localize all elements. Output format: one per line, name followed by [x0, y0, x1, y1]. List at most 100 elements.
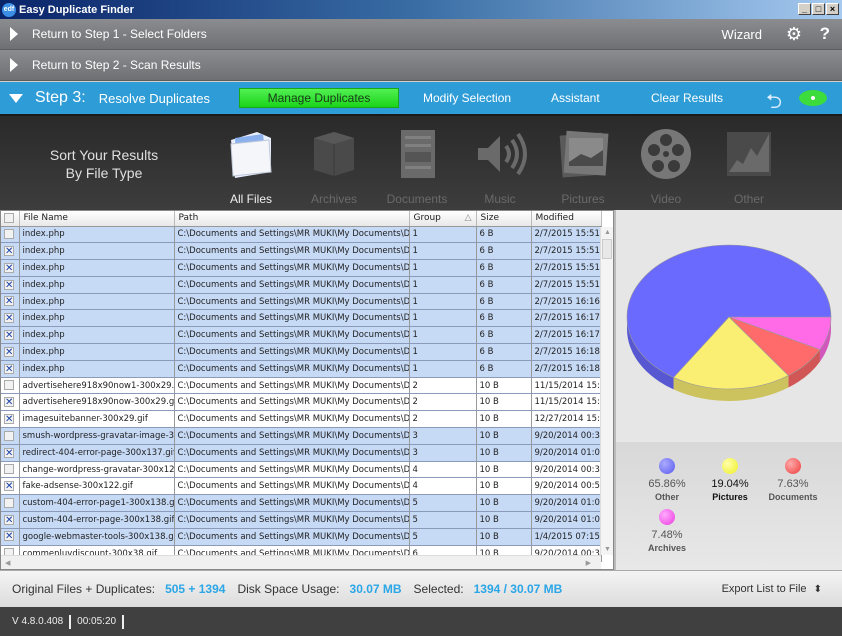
assistant-button[interactable]: Assistant: [551, 91, 600, 105]
eye-icon[interactable]: [799, 90, 827, 106]
checked-checkbox[interactable]: ✕: [4, 245, 14, 256]
summary-bar: Original Files + Duplicates: 505 + 1394 …: [0, 570, 842, 607]
filetype-other[interactable]: Other: [709, 126, 789, 206]
table-row[interactable]: ✕ fake-adsense-300x122.gif C:\Documents an…: [1, 477, 602, 496]
modified-cell: 9/20/2014 01:08: [531, 494, 602, 513]
table-row[interactable]: change-wordpress-gravatar-300x12... C:\Do…: [1, 461, 602, 479]
checked-checkbox[interactable]: ✕: [4, 262, 14, 273]
table-row[interactable]: ✕ imagesuitebanner-300x29.gif C:\Documents…: [1, 410, 602, 429]
row-checkbox[interactable]: [1, 494, 20, 513]
checked-checkbox[interactable]: ✕: [4, 279, 14, 290]
checked-checkbox[interactable]: ✕: [4, 346, 14, 357]
scrollbar-thumb[interactable]: [602, 239, 612, 259]
help-icon[interactable]: ?: [820, 24, 830, 44]
column-header-file-name[interactable]: File Name: [19, 211, 175, 227]
table-row[interactable]: ✕ index.php C:\Documents and Settings\MR M…: [1, 309, 602, 328]
checked-checkbox[interactable]: ✕: [4, 514, 14, 525]
row-checkbox[interactable]: ✕: [1, 511, 20, 529]
step1-row[interactable]: Return to Step 1 - Select Folders Wizard…: [0, 19, 842, 50]
checked-checkbox[interactable]: ✕: [4, 397, 14, 408]
row-checkbox[interactable]: ✕: [1, 276, 20, 294]
row-checkbox[interactable]: ✕: [1, 477, 20, 496]
table-row[interactable]: ✕ custom-404-error-page-300x138.gif C:\Doc…: [1, 511, 602, 529]
checked-checkbox[interactable]: ✕: [4, 313, 14, 324]
table-row[interactable]: ✕ index.php C:\Documents and Settings\MR M…: [1, 242, 602, 261]
row-checkbox[interactable]: [1, 461, 20, 479]
row-checkbox[interactable]: ✕: [1, 360, 20, 378]
table-row[interactable]: ✕ index.php C:\Documents and Settings\MR M…: [1, 343, 602, 361]
checked-checkbox[interactable]: ✕: [4, 296, 14, 307]
export-list-button[interactable]: Export List to File ⬍: [722, 583, 822, 595]
row-checkbox[interactable]: ✕: [1, 293, 20, 311]
scroll-left-icon[interactable]: ◀: [5, 559, 10, 567]
step1-link[interactable]: Return to Step 1 - Select Folders: [32, 27, 207, 41]
gear-icon[interactable]: ⚙: [786, 24, 802, 45]
checked-checkbox[interactable]: ✕: [4, 413, 14, 424]
filetype-archives[interactable]: Archives: [294, 126, 374, 206]
clear-results-button[interactable]: Clear Results: [651, 91, 723, 105]
checked-checkbox[interactable]: ✕: [4, 363, 14, 374]
vertical-scrollbar[interactable]: ▲ ▼: [600, 227, 613, 555]
table-row[interactable]: ✕ index.php C:\Documents and Settings\MR M…: [1, 259, 602, 277]
row-checkbox[interactable]: ✕: [1, 242, 20, 261]
column-header-size[interactable]: Size: [476, 211, 532, 227]
scroll-up-icon[interactable]: ▲: [604, 229, 611, 236]
column-header-modified[interactable]: Modified: [531, 211, 602, 227]
row-checkbox[interactable]: ✕: [1, 444, 20, 462]
minimize-button[interactable]: _: [798, 3, 811, 15]
filetype-documents[interactable]: Documents: [377, 126, 457, 206]
filetype-video[interactable]: Video: [626, 126, 706, 206]
table-row[interactable]: advertisehere918x90now1-300x29.gif C:\Doc…: [1, 377, 602, 395]
column-header-group[interactable]: Group △: [409, 211, 477, 227]
row-checkbox[interactable]: [1, 427, 20, 445]
row-checkbox[interactable]: ✕: [1, 528, 20, 546]
file-name-cell: index.php: [19, 276, 175, 294]
table-row[interactable]: ✕ google-webmaster-tools-300x138.gif C:\Do…: [1, 528, 602, 546]
wizard-button[interactable]: Wizard: [722, 27, 762, 42]
maximize-button[interactable]: □: [812, 3, 825, 15]
table-row[interactable]: ✕ index.php C:\Documents and Settings\MR M…: [1, 326, 602, 345]
modify-selection-button[interactable]: Modify Selection: [423, 91, 511, 105]
unchecked-checkbox[interactable]: [4, 380, 14, 391]
table-row[interactable]: ✕ redirect-404-error-page-300x137.gif C:\D…: [1, 444, 602, 462]
row-checkbox[interactable]: ✕: [1, 343, 20, 361]
row-checkbox[interactable]: [1, 226, 20, 244]
legend-item-other: 65.86% Other: [632, 458, 702, 502]
row-checkbox[interactable]: ✕: [1, 309, 20, 328]
column-header-path[interactable]: Path: [174, 211, 410, 227]
table-row[interactable]: smush-wordpress-gravatar-image-3... C:\Do…: [1, 427, 602, 445]
scroll-down-icon[interactable]: ▼: [604, 546, 611, 553]
filetype-pictures[interactable]: Pictures: [543, 126, 623, 206]
manage-duplicates-button[interactable]: Manage Duplicates: [239, 88, 399, 108]
unchecked-checkbox[interactable]: [4, 464, 14, 475]
table-row[interactable]: ✕ index.php C:\Documents and Settings\MR M…: [1, 293, 602, 311]
row-checkbox[interactable]: ✕: [1, 326, 20, 345]
row-checkbox[interactable]: ✕: [1, 393, 20, 412]
table-row[interactable]: ✕ advertisehere918x90now-300x29.gif C:\Doc…: [1, 393, 602, 412]
close-button[interactable]: ×: [826, 3, 839, 15]
horizontal-scrollbar[interactable]: ◀ ▶: [1, 555, 601, 569]
unchecked-checkbox[interactable]: [4, 229, 14, 240]
select-all-checkbox[interactable]: [1, 211, 20, 227]
filetype-all-files[interactable]: All Files: [211, 126, 291, 206]
unchecked-checkbox[interactable]: [4, 430, 14, 441]
row-checkbox[interactable]: [1, 377, 20, 395]
path-cell: C:\Documents and Settings\MR MUKI\My Doc…: [174, 343, 410, 361]
table-row[interactable]: index.php C:\Documents and Settings\MR MU…: [1, 226, 602, 244]
group-cell: 1: [409, 226, 477, 244]
row-checkbox[interactable]: ✕: [1, 410, 20, 429]
unchecked-checkbox[interactable]: [4, 497, 14, 508]
checked-checkbox[interactable]: ✕: [4, 329, 14, 340]
step2-link[interactable]: Return to Step 2 - Scan Results: [32, 58, 201, 72]
filetype-label: Pictures: [561, 192, 605, 206]
checked-checkbox[interactable]: ✕: [4, 481, 14, 492]
checked-checkbox[interactable]: ✕: [4, 447, 14, 458]
table-row[interactable]: custom-404-error-page1-300x138.gif C:\Doc…: [1, 494, 602, 513]
scroll-right-icon[interactable]: ▶: [586, 559, 591, 567]
checked-checkbox[interactable]: ✕: [4, 531, 14, 542]
row-checkbox[interactable]: ✕: [1, 259, 20, 277]
table-row[interactable]: ✕ index.php C:\Documents and Settings\MR M…: [1, 360, 602, 378]
step2-row[interactable]: Return to Step 2 - Scan Results: [0, 50, 842, 81]
filetype-music[interactable]: Music: [460, 126, 540, 206]
table-row[interactable]: ✕ index.php C:\Documents and Settings\MR M…: [1, 276, 602, 294]
